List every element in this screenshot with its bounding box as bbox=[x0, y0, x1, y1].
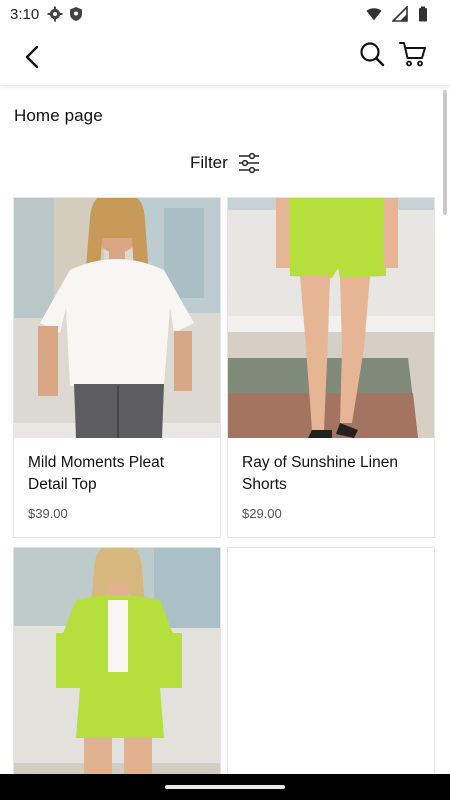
product-name[interactable]: Ray of Sunshine Linen Shorts bbox=[242, 452, 420, 496]
scrollbar[interactable] bbox=[443, 90, 447, 215]
shield-icon bbox=[69, 6, 85, 22]
search-button[interactable] bbox=[358, 40, 386, 68]
wifi-icon bbox=[366, 6, 382, 22]
product-price: $29.00 bbox=[242, 506, 282, 521]
product-image[interactable] bbox=[14, 198, 220, 438]
app-header bbox=[0, 28, 450, 86]
chevron-left-icon bbox=[25, 45, 39, 69]
product-image[interactable] bbox=[228, 198, 434, 438]
product-name[interactable]: Mild Moments Pleat Detail Top bbox=[28, 452, 206, 496]
home-gesture-pill[interactable] bbox=[165, 785, 285, 789]
search-icon bbox=[360, 42, 385, 67]
filter-label: Filter bbox=[190, 153, 228, 172]
signal-icon bbox=[392, 6, 408, 22]
sliders-icon bbox=[238, 152, 259, 174]
system-nav-bar bbox=[0, 774, 450, 800]
product-image[interactable] bbox=[14, 548, 220, 774]
product-card[interactable]: Mild Moments Pleat Detail Top $39.00 bbox=[13, 197, 221, 538]
page-title: Home page bbox=[14, 106, 103, 125]
product-image-placeholder[interactable] bbox=[228, 548, 434, 774]
product-card[interactable] bbox=[13, 547, 221, 774]
content-area[interactable]: Home page Filter Mild Moments Pleat Deta… bbox=[0, 86, 450, 774]
product-price: $39.00 bbox=[28, 506, 68, 521]
status-time: 3:10 bbox=[10, 5, 40, 23]
status-bar: 3:10 bbox=[0, 0, 450, 28]
cart-icon bbox=[399, 42, 426, 67]
product-card[interactable]: Ray of Sunshine Linen Shorts $29.00 bbox=[227, 197, 435, 538]
filter-button[interactable]: Filter bbox=[190, 150, 260, 176]
settings-gear-icon bbox=[47, 6, 63, 22]
battery-icon bbox=[418, 6, 434, 22]
back-button[interactable] bbox=[18, 42, 46, 72]
product-card[interactable] bbox=[227, 547, 435, 774]
cart-button[interactable] bbox=[398, 40, 428, 68]
